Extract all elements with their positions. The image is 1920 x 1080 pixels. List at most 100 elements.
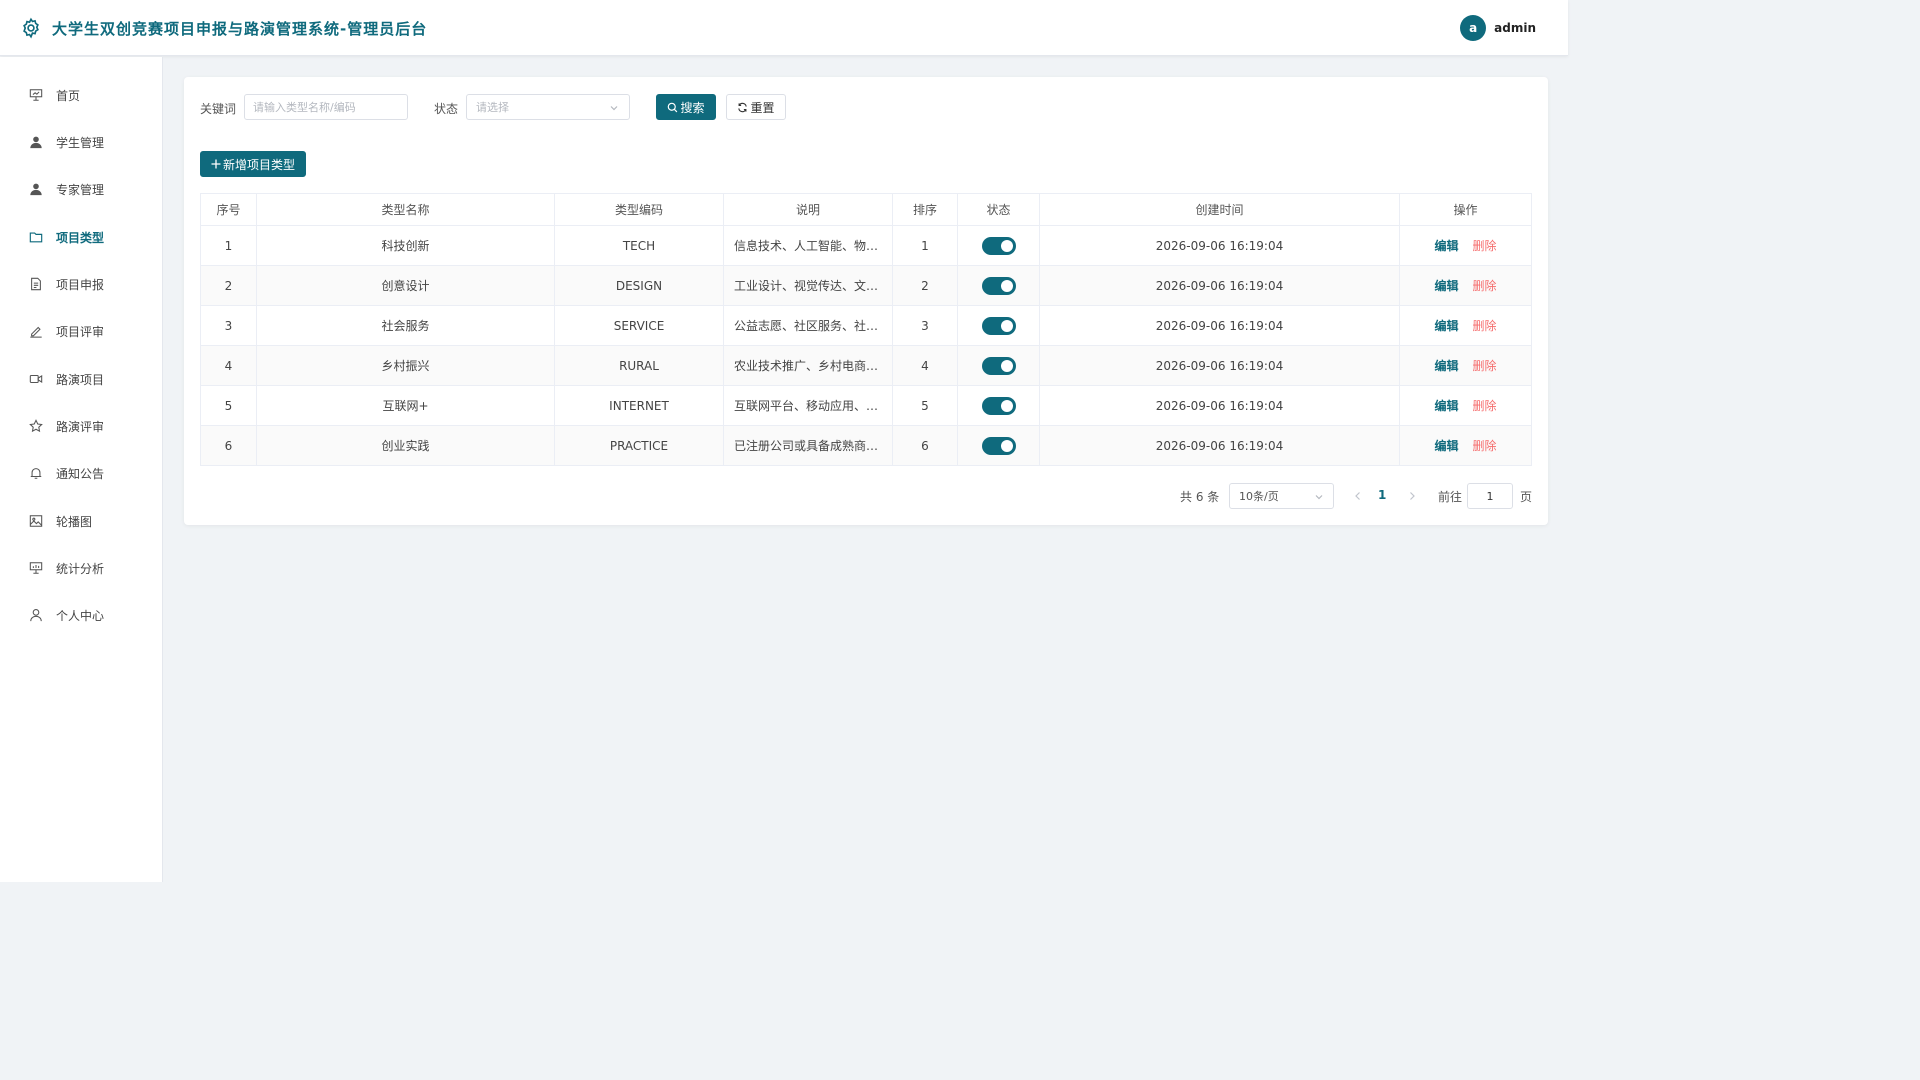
user-outline-icon: [28, 607, 44, 623]
username[interactable]: admin: [1494, 21, 1536, 35]
cell-name: 乡村振兴: [256, 345, 555, 386]
cell-name: 科技创新: [256, 225, 555, 266]
presentation-icon: [28, 87, 44, 103]
edit-link[interactable]: 编辑: [1434, 239, 1458, 253]
add-button-label: 新增项目类型: [222, 157, 295, 172]
status-toggle[interactable]: [981, 276, 1016, 295]
sidebar-item-label: 项目类型: [56, 230, 105, 245]
star-icon: [28, 418, 44, 434]
status-toggle[interactable]: [981, 436, 1016, 455]
status-select[interactable]: 请选择: [466, 94, 630, 120]
user-menu[interactable]: a admin: [1460, 15, 1536, 41]
sidebar-item-project-review[interactable]: 项目评审: [0, 311, 162, 351]
sidebar-item-label: 个人中心: [56, 608, 105, 623]
pagination-total: 共 6 条: [1180, 490, 1220, 504]
plus-icon: [211, 159, 221, 169]
cell-status: [957, 225, 1040, 266]
cell-index: 1: [200, 225, 257, 266]
cell-code: PRACTICE: [554, 425, 724, 466]
sidebar-item-project-types[interactable]: 项目类型: [0, 217, 162, 257]
column-header-code: 类型编码: [554, 193, 724, 226]
cell-created: 2026-09-06 16:19:04: [1039, 385, 1400, 426]
table-row: 6 创业实践 PRACTICE 已注册公司或具备成熟商… 6 2026-09-0…: [200, 425, 1532, 466]
status-toggle[interactable]: [981, 356, 1016, 375]
status-label: 状态: [434, 102, 459, 116]
sidebar-item-label: 通知公告: [56, 466, 105, 481]
gear-icon: [20, 17, 42, 39]
delete-link[interactable]: 删除: [1473, 319, 1497, 333]
delete-link[interactable]: 删除: [1473, 399, 1497, 413]
cell-name: 创业实践: [256, 425, 555, 466]
search-button-label: 搜索: [680, 100, 705, 115]
chevron-down-icon: [1314, 492, 1324, 505]
chevron-down-icon: [609, 103, 619, 116]
cell-status: [957, 425, 1040, 466]
next-page-button[interactable]: [1404, 487, 1420, 505]
edit-link[interactable]: 编辑: [1434, 319, 1458, 333]
cell-index: 4: [200, 345, 257, 386]
sidebar-item-notices[interactable]: 通知公告: [0, 453, 162, 493]
sidebar-item-label: 学生管理: [56, 135, 105, 150]
cell-created: 2026-09-06 16:19:04: [1039, 225, 1400, 266]
cell-status: [957, 305, 1040, 346]
cell-index: 5: [200, 385, 257, 426]
cell-created: 2026-09-06 16:19:04: [1039, 345, 1400, 386]
status-select-placeholder: 请选择: [476, 101, 509, 114]
content-card: 关键词 状态 请选择 搜索 重置 新增项目类型 序号: [184, 77, 1548, 525]
top-header: 大学生双创竞赛项目申报与路演管理系统-管理员后台 a admin: [0, 0, 1568, 56]
sidebar-item-label: 项目评审: [56, 324, 105, 339]
sidebar-item-experts[interactable]: 专家管理: [0, 169, 162, 209]
cell-created: 2026-09-06 16:19:04: [1039, 265, 1400, 306]
edit-link[interactable]: 编辑: [1434, 279, 1458, 293]
cell-sort: 6: [892, 425, 958, 466]
status-toggle[interactable]: [981, 396, 1016, 415]
page-number-current[interactable]: 1: [1378, 488, 1386, 502]
prev-page-button[interactable]: [1350, 487, 1366, 505]
sidebar-item-project-applications[interactable]: 项目申报: [0, 264, 162, 304]
sidebar-item-roadshow-projects[interactable]: 路演项目: [0, 359, 162, 399]
sidebar-item-label: 路演项目: [56, 372, 105, 387]
folder-icon: [28, 229, 44, 245]
cell-code: INTERNET: [554, 385, 724, 426]
cell-description: 农业技术推广、乡村电商…: [723, 345, 893, 386]
sidebar-item-home[interactable]: 首页: [0, 75, 162, 115]
reset-button[interactable]: 重置: [726, 94, 786, 120]
status-toggle[interactable]: [981, 236, 1016, 255]
keyword-search-input[interactable]: [244, 94, 408, 120]
sidebar-item-label: 统计分析: [56, 561, 105, 576]
edit-link[interactable]: 编辑: [1434, 439, 1458, 453]
table-row: 3 社会服务 SERVICE 公益志愿、社区服务、社… 3 2026-09-06…: [200, 305, 1532, 346]
sidebar-item-label: 首页: [56, 88, 81, 103]
delete-link[interactable]: 删除: [1473, 359, 1497, 373]
edit-link[interactable]: 编辑: [1434, 359, 1458, 373]
sidebar-item-label: 轮播图: [56, 514, 93, 529]
cell-created: 2026-09-06 16:19:04: [1039, 425, 1400, 466]
cell-description: 互联网平台、移动应用、…: [723, 385, 893, 426]
search-icon: [667, 102, 678, 113]
sidebar-item-carousel[interactable]: 轮播图: [0, 501, 162, 541]
goto-page-input[interactable]: [1467, 483, 1513, 509]
delete-link[interactable]: 删除: [1473, 239, 1497, 253]
avatar[interactable]: a: [1460, 15, 1487, 41]
sidebar-item-roadshow-review[interactable]: 路演评审: [0, 406, 162, 446]
cell-description: 公益志愿、社区服务、社…: [723, 305, 893, 346]
sidebar-item-profile[interactable]: 个人中心: [0, 595, 162, 635]
sidebar-item-label: 路演评审: [56, 419, 105, 434]
add-project-type-button[interactable]: 新增项目类型: [200, 151, 306, 177]
cell-description: 工业设计、视觉传达、文…: [723, 265, 893, 306]
search-button[interactable]: 搜索: [656, 94, 716, 120]
delete-link[interactable]: 删除: [1473, 439, 1497, 453]
cell-name: 创意设计: [256, 265, 555, 306]
delete-link[interactable]: 删除: [1473, 279, 1497, 293]
status-toggle[interactable]: [981, 316, 1016, 335]
page-size-select[interactable]: 10条/页: [1229, 483, 1334, 509]
column-header-created: 创建时间: [1039, 193, 1400, 226]
sidebar-item-label: 项目申报: [56, 277, 105, 292]
cell-code: RURAL: [554, 345, 724, 386]
sidebar-item-label: 专家管理: [56, 182, 105, 197]
picture-icon: [28, 513, 44, 529]
edit-link[interactable]: 编辑: [1434, 399, 1458, 413]
sidebar-item-statistics[interactable]: 统计分析: [0, 548, 162, 588]
bell-icon: [28, 465, 44, 481]
sidebar-item-students[interactable]: 学生管理: [0, 122, 162, 162]
